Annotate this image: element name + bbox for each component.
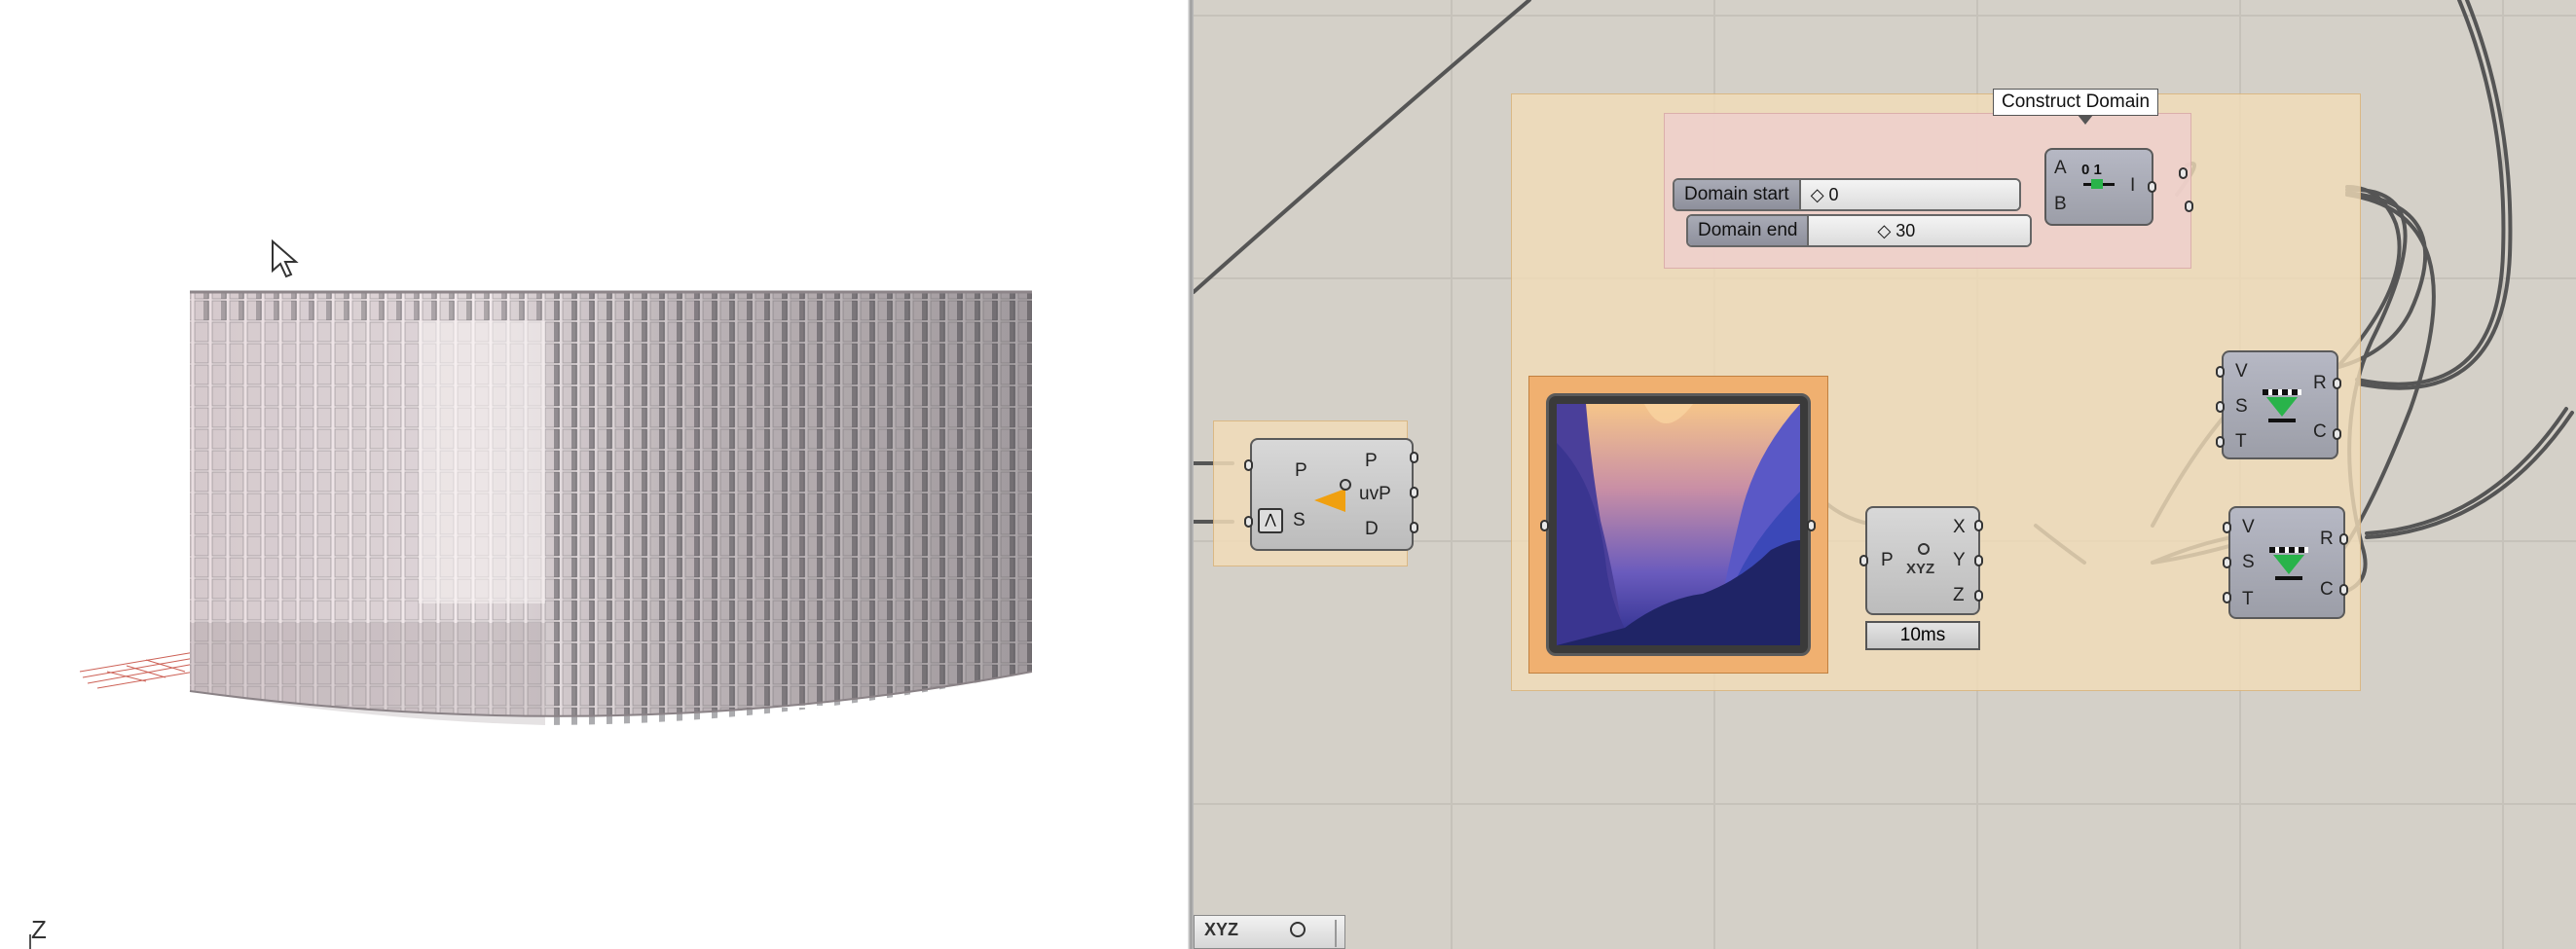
input-s[interactable]: S — [1293, 511, 1306, 530]
grip[interactable] — [1244, 516, 1253, 528]
output-p[interactable]: P — [1365, 452, 1378, 471]
grip[interactable] — [2148, 181, 2156, 193]
grip[interactable] — [1540, 520, 1549, 531]
input-a[interactable]: A — [2054, 159, 2067, 178]
grip[interactable] — [1974, 520, 1983, 531]
image-sampler[interactable] — [1546, 393, 1811, 656]
input-p[interactable]: P — [1295, 461, 1307, 481]
grip[interactable] — [2216, 436, 2225, 448]
grip[interactable] — [2333, 428, 2341, 440]
landscape-image — [1557, 404, 1800, 645]
mouse-cursor-icon — [272, 239, 299, 278]
grasshopper-canvas[interactable]: Construct Domain Domain start ◇ 0 Domain… — [1194, 0, 2576, 949]
reparam-toggle-icon[interactable]: ⋀ — [1258, 508, 1283, 533]
output-i[interactable]: I — [2130, 176, 2135, 196]
grip[interactable] — [1974, 590, 1983, 602]
grip[interactable] — [2339, 584, 2348, 596]
grip[interactable] — [1410, 452, 1418, 463]
grip[interactable] — [2223, 522, 2231, 533]
input-t[interactable]: T — [2235, 432, 2247, 452]
grip[interactable] — [1410, 487, 1418, 498]
grip[interactable] — [1807, 520, 1816, 531]
output-r[interactable]: R — [2313, 374, 2327, 393]
toolbar-separator — [1335, 920, 1337, 947]
remap-numbers-node-1[interactable]: V S T R C — [2222, 350, 2338, 459]
axis-marker — [29, 934, 31, 949]
output-r[interactable]: R — [2320, 529, 2334, 549]
grip[interactable] — [2339, 533, 2348, 545]
slider-label: Domain end — [1688, 216, 1810, 245]
closest-point-icon — [1314, 477, 1351, 514]
domain-icon: 0 1 — [2081, 162, 2116, 201]
point-toolbar-icon[interactable] — [1290, 922, 1306, 937]
input-s[interactable]: S — [2235, 397, 2248, 417]
rhino-viewport[interactable]: Z — [0, 0, 1188, 949]
grip[interactable] — [1410, 522, 1418, 533]
deconstruct-icon: XYZ — [1902, 543, 1945, 582]
input-s[interactable]: S — [2242, 553, 2255, 572]
output-x[interactable]: X — [1953, 518, 1966, 537]
grip[interactable] — [2216, 366, 2225, 378]
grip[interactable] — [2185, 201, 2193, 212]
grip[interactable] — [2216, 401, 2225, 413]
domain-end-slider[interactable]: Domain end ◇ 30 — [1686, 214, 2032, 247]
grip[interactable] — [2179, 167, 2188, 179]
output-y[interactable]: Y — [1953, 551, 1966, 570]
grip[interactable] — [2223, 592, 2231, 603]
output-z[interactable]: Z — [1953, 586, 1965, 605]
input-t[interactable]: T — [2242, 590, 2254, 609]
xyz-toolbar-label[interactable]: XYZ — [1204, 920, 1238, 940]
slider-value: ◇ 0 — [1810, 185, 1839, 204]
tooltip-pointer — [2078, 115, 2093, 125]
timing-badge: 10ms — [1865, 621, 1980, 650]
canvas-toolbar[interactable]: XYZ — [1194, 915, 1345, 949]
grip[interactable] — [2333, 378, 2341, 389]
deconstruct-point-node[interactable]: P XYZ X Y Z — [1865, 506, 1980, 615]
grip[interactable] — [1974, 555, 1983, 566]
grip[interactable] — [2223, 557, 2231, 568]
slider-value: ◇ 30 — [1877, 221, 1916, 240]
output-d[interactable]: D — [1365, 520, 1379, 539]
surface-closest-point-node[interactable]: P ⋀ S P uvP D — [1250, 438, 1414, 551]
facade-panels-model — [79, 290, 1033, 725]
output-c[interactable]: C — [2313, 422, 2327, 442]
input-b[interactable]: B — [2054, 195, 2067, 214]
grip[interactable] — [1244, 459, 1253, 471]
remap-icon — [2269, 545, 2308, 584]
input-p[interactable]: P — [1881, 551, 1894, 570]
slider-track[interactable]: ◇ 30 — [1809, 216, 2030, 245]
ground-grid — [79, 651, 196, 689]
slider-track[interactable]: ◇ 0 — [1800, 180, 2019, 209]
construct-domain-node[interactable]: A B 0 1 I — [2044, 148, 2153, 226]
output-c[interactable]: C — [2320, 580, 2334, 600]
input-v[interactable]: V — [2235, 362, 2248, 382]
remap-numbers-node-2[interactable]: V S T R C — [2228, 506, 2345, 619]
construct-domain-tooltip: Construct Domain — [1993, 89, 2159, 116]
grip[interactable] — [1859, 555, 1868, 566]
axis-z-label: Z — [31, 915, 47, 944]
input-v[interactable]: V — [2242, 518, 2255, 537]
domain-start-slider[interactable]: Domain start ◇ 0 — [1673, 178, 2021, 211]
slider-label: Domain start — [1674, 180, 1801, 209]
output-uvp[interactable]: uvP — [1359, 485, 1391, 504]
remap-icon — [2263, 387, 2301, 426]
